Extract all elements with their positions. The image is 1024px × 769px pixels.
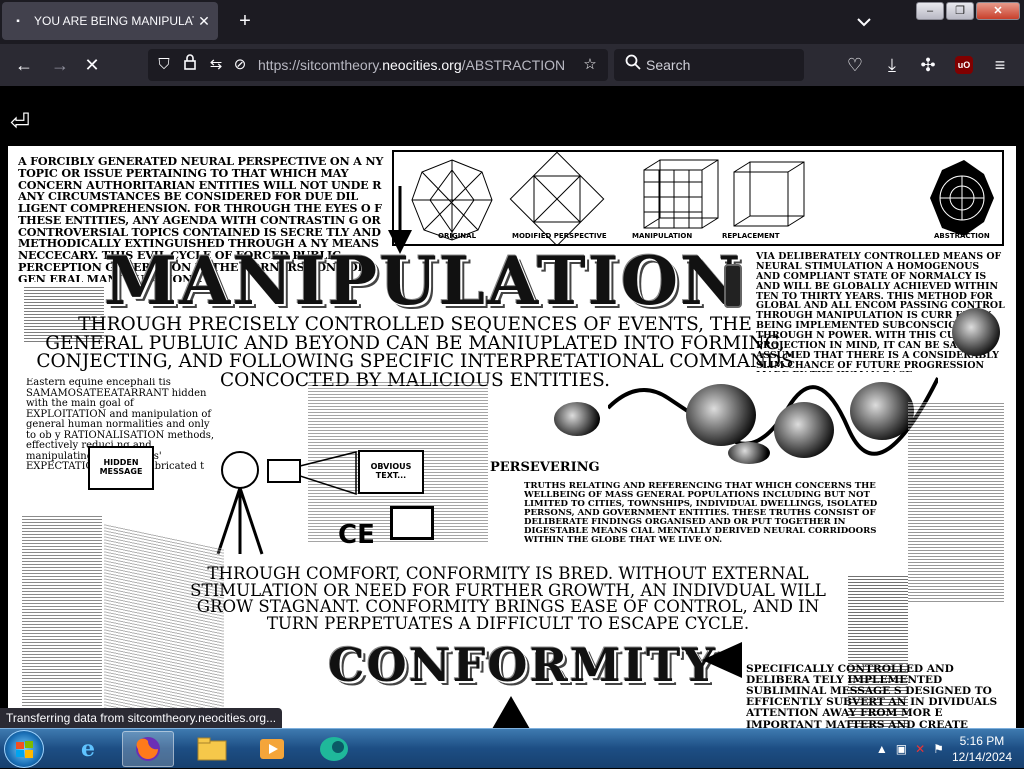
clock[interactable]: 5:16 PM 12/14/2024 [952, 733, 1012, 765]
extensions-icon[interactable]: ✣ [916, 53, 940, 77]
clock-time: 5:16 PM [959, 734, 1005, 748]
page-content: ⏎ A FORCIBLY GENERATED NEURAL PERSPECTIV… [0, 86, 1024, 728]
up-arrow-graphic [492, 696, 530, 728]
action-center-flag-icon[interactable]: ⚑ [933, 742, 944, 756]
search-icon [622, 54, 644, 76]
status-panel: Transferring data from sitcomtheory.neoc… [0, 708, 283, 728]
persevering-paragraph: TRUTHS RELATING AND REFERENCING THAT WHI… [524, 482, 878, 546]
tracking-icon[interactable]: ⊘ [230, 54, 250, 76]
windows-taskbar: e ▲ ▣ ✕ ⚑ 5:16 PM 12/14/2024 [0, 728, 1024, 768]
close-tab-icon[interactable]: ✕ [194, 13, 214, 30]
persevering-heading: PERSEVERING [490, 460, 600, 475]
url-text[interactable]: https://sitcomtheory.neocities.org/ABSTR… [258, 57, 565, 73]
firefox-icon[interactable] [122, 731, 174, 767]
diagram-label-replacement: REPLACEMENT [722, 232, 780, 240]
start-orb[interactable] [4, 730, 44, 768]
globe-graphic [952, 308, 1000, 356]
tab-strip: ▪ YOU ARE BEING MANIPULATED ✕ + – ❐ ✕ [0, 0, 1024, 44]
tab-title: YOU ARE BEING MANIPULATED [34, 14, 194, 28]
head-graphic-2 [774, 402, 834, 458]
lock-icon[interactable] [180, 54, 200, 76]
window-controls: – ❐ ✕ [916, 2, 1020, 20]
anatomy-graphic [908, 402, 1004, 602]
download-icon[interactable]: ⤓ [880, 53, 904, 77]
diagram-label-abstraction: ABSTRACTION [934, 232, 990, 240]
permissions-icon[interactable]: ⇆ [206, 54, 226, 76]
bookmark-star-icon[interactable]: ☆ [580, 54, 600, 76]
title-conformity: CONFORMITY [328, 638, 718, 692]
shield-icon[interactable]: ⛉ [154, 54, 174, 76]
projector-graphic [216, 451, 357, 555]
system-tray: ▲ ▣ ✕ ⚑ 5:16 PM 12/14/2024 [876, 729, 1012, 769]
show-hidden-icons-icon[interactable]: ▲ [876, 742, 888, 756]
left-collage-strip [22, 516, 102, 728]
window-close-icon[interactable]: ✕ [976, 2, 1020, 20]
brain-graphic-2 [728, 442, 770, 464]
diagram-label-modified: MODIFIED PERSPECTIVE [512, 232, 607, 240]
head-graphic-3 [850, 382, 914, 440]
restore-icon[interactable]: ❐ [946, 2, 974, 20]
url-bar[interactable]: ⛉ ⇆ ⊘ https://sitcomtheory.neocities.org… [148, 49, 608, 81]
search-placeholder: Search [646, 57, 691, 73]
file-explorer-icon[interactable] [186, 731, 238, 767]
minimize-icon[interactable]: – [916, 2, 944, 20]
geometry-diagram: ORIGINAL MODIFIED PERSPECTIVE MANIPULATI… [392, 150, 1004, 247]
network-icon[interactable]: ▣ [896, 742, 907, 756]
menu-icon[interactable]: ≡ [988, 53, 1012, 77]
app-icon[interactable] [308, 731, 360, 767]
navigation-toolbar: ← → ✕ ⛉ ⇆ ⊘ https://sitcomtheory.neociti… [0, 44, 1024, 86]
tab-active[interactable]: ▪ YOU ARE BEING MANIPULATED ✕ [2, 2, 218, 40]
hidden-message-box: HIDDEN MESSAGE [88, 446, 154, 490]
windows-flag-icon [16, 741, 33, 758]
subtitle-comfort-conformity: THROUGH COMFORT, CONFORMITY IS BRED. WIT… [190, 564, 826, 633]
left-arrow-graphic [702, 642, 742, 678]
obvious-text-box: OBVIOUS TEXT... [358, 450, 424, 494]
pocket-icon[interactable]: ♡ [843, 53, 867, 77]
tv-graphic [390, 506, 434, 540]
ce-mark: CE [338, 520, 375, 550]
forward-icon[interactable]: → [48, 53, 72, 77]
diagram-label-original: ORIGINAL [438, 232, 477, 240]
search-input[interactable]: Search [614, 49, 804, 81]
page-icon: ▪ [16, 15, 20, 27]
bottom-right-paragraph: SPECIFICALLY CONTROLLED AND DELIBERA TEL… [746, 664, 998, 728]
title-manipulation: MANIPULATION [104, 242, 743, 320]
internet-explorer-icon[interactable]: e [62, 731, 114, 767]
list-all-tabs-icon[interactable] [852, 10, 876, 34]
phone-graphic [724, 264, 742, 308]
clock-date: 12/14/2024 [951, 750, 1012, 764]
back-icon[interactable]: ← [12, 53, 36, 77]
manipulation-artwork: A FORCIBLY GENERATED NEURAL PERSPECTIVE … [8, 146, 1016, 728]
head-graphic-1 [686, 384, 756, 446]
new-tab-icon[interactable]: + [232, 8, 258, 34]
ublock-icon[interactable]: uO [955, 56, 973, 74]
media-player-icon[interactable] [246, 731, 298, 767]
brain-graphic [554, 402, 600, 436]
stop-icon[interactable]: ✕ [80, 53, 104, 77]
volume-icon[interactable]: ✕ [915, 742, 925, 756]
diagram-label-manipulation: MANIPULATION [632, 232, 693, 240]
return-arrow-icon[interactable]: ⏎ [10, 108, 30, 137]
